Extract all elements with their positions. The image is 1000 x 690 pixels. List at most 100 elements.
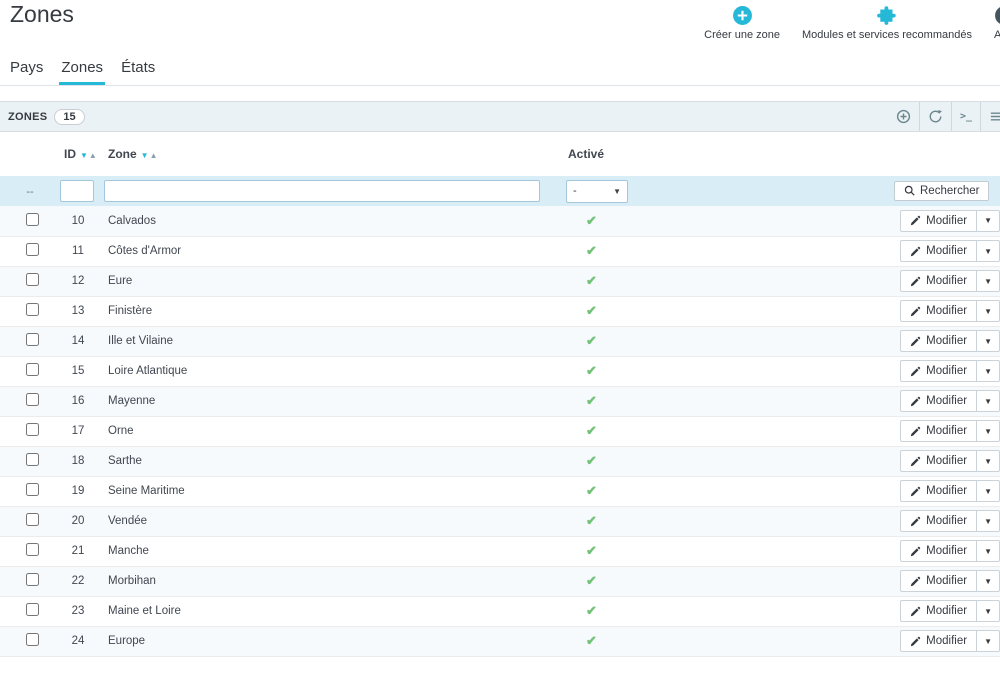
row-checkbox[interactable] <box>25 393 39 406</box>
refresh-icon[interactable] <box>918 102 951 131</box>
row-zone-name: Finistère <box>100 296 560 327</box>
edit-dropdown-button[interactable]: ▼ <box>976 210 999 231</box>
help-button[interactable]: ? Aide <box>994 5 1000 41</box>
add-icon[interactable] <box>888 102 919 131</box>
edit-dropdown-button[interactable]: ▼ <box>976 451 999 471</box>
row-zone-name: Ille et Vilaine <box>100 326 560 357</box>
row-zone-name: Mayenne <box>100 386 560 417</box>
edit-dropdown-button[interactable]: ▼ <box>976 601 999 621</box>
create-zone-button[interactable]: Créer une zone <box>704 5 780 41</box>
id-column-header[interactable]: ID ▼▲ <box>56 132 100 176</box>
filter-id-input[interactable] <box>60 180 94 202</box>
edit-button[interactable]: Modifier <box>901 481 976 501</box>
export-icon[interactable] <box>980 102 1000 131</box>
table-row: 24 Europe ✔ Modifier ▼ <box>0 626 1000 657</box>
pencil-icon <box>910 276 921 286</box>
active-check-icon: ✔ <box>586 363 597 378</box>
filter-active-select[interactable]: - ▼ <box>566 179 628 203</box>
row-checkbox[interactable] <box>25 212 39 226</box>
edit-button[interactable]: Modifier <box>901 241 976 261</box>
tab-etats[interactable]: États <box>119 59 157 85</box>
zones-table: ID ▼▲ Zone ▼▲ Activé -- - ▼ Rechercher 1… <box>0 132 1000 657</box>
sort-icons[interactable]: ▼▲ <box>80 151 98 160</box>
pencil-icon <box>910 396 921 406</box>
active-check-icon: ✔ <box>586 333 597 348</box>
row-id: 20 <box>56 506 100 537</box>
actions-column-header <box>890 132 1000 176</box>
edit-button[interactable]: Modifier <box>901 361 976 381</box>
table-row: 17 Orne ✔ Modifier ▼ <box>0 416 1000 447</box>
edit-button[interactable]: Modifier <box>901 391 976 411</box>
recommended-modules-button[interactable]: Modules et services recommandés <box>802 5 972 41</box>
edit-dropdown-button[interactable]: ▼ <box>976 541 999 561</box>
create-zone-label: Créer une zone <box>704 29 780 41</box>
active-check-icon: ✔ <box>586 303 597 318</box>
edit-dropdown-button[interactable]: ▼ <box>976 241 999 261</box>
edit-button[interactable]: Modifier <box>901 421 976 441</box>
active-check-icon: ✔ <box>586 393 597 408</box>
active-check-icon: ✔ <box>586 212 597 228</box>
tab-bar: Pays Zones États <box>0 50 1000 86</box>
row-checkbox[interactable] <box>25 633 39 646</box>
row-actions: Modifier ▼ <box>900 480 1000 502</box>
edit-dropdown-button[interactable]: ▼ <box>976 481 999 501</box>
active-check-icon: ✔ <box>586 423 597 438</box>
filter-zone-input[interactable] <box>104 180 540 202</box>
row-zone-name: Sarthe <box>100 446 560 477</box>
edit-dropdown-button[interactable]: ▼ <box>976 571 999 591</box>
edit-dropdown-button[interactable]: ▼ <box>976 511 999 531</box>
edit-button[interactable]: Modifier <box>901 271 976 291</box>
edit-button[interactable]: Modifier <box>901 541 976 561</box>
row-actions: Modifier ▼ <box>900 450 1000 472</box>
row-zone-name: Orne <box>100 416 560 447</box>
edit-button[interactable]: Modifier <box>901 631 976 651</box>
recommended-modules-label: Modules et services recommandés <box>802 29 972 41</box>
select-column-header <box>0 132 56 176</box>
edit-dropdown-button[interactable]: ▼ <box>976 301 999 321</box>
tab-zones[interactable]: Zones <box>59 59 106 85</box>
row-checkbox[interactable] <box>25 483 39 496</box>
row-id: 24 <box>56 626 100 657</box>
row-checkbox[interactable] <box>25 273 39 286</box>
row-checkbox[interactable] <box>25 423 39 436</box>
row-checkbox[interactable] <box>25 543 39 556</box>
row-checkbox[interactable] <box>25 513 39 526</box>
row-zone-name: Europe <box>100 626 560 657</box>
row-checkbox[interactable] <box>25 603 39 616</box>
edit-button[interactable]: Modifier <box>901 211 976 231</box>
row-zone-name: Eure <box>100 266 560 297</box>
search-icon <box>904 186 915 196</box>
pencil-icon <box>910 336 921 346</box>
row-actions: Modifier ▼ <box>900 240 1000 262</box>
puzzle-icon <box>876 5 897 26</box>
edit-dropdown-button[interactable]: ▼ <box>976 421 999 441</box>
row-zone-name: Loire Atlantique <box>100 356 560 387</box>
row-checkbox[interactable] <box>25 303 39 316</box>
zone-column-header[interactable]: Zone ▼▲ <box>100 132 560 176</box>
sql-query-icon[interactable]: >_ <box>950 102 980 131</box>
table-row: 19 Seine Maritime ✔ Modifier ▼ <box>0 476 1000 507</box>
edit-button[interactable]: Modifier <box>901 301 976 321</box>
table-row: 10 Calvados ✔ Modifier ▼ <box>0 206 1000 237</box>
row-checkbox[interactable] <box>25 363 39 376</box>
row-checkbox[interactable] <box>25 573 39 586</box>
table-row: 22 Morbihan ✔ Modifier ▼ <box>0 566 1000 597</box>
row-checkbox[interactable] <box>25 453 39 466</box>
table-row: 16 Mayenne ✔ Modifier ▼ <box>0 386 1000 417</box>
edit-button[interactable]: Modifier <box>901 331 976 351</box>
edit-button[interactable]: Modifier <box>901 511 976 531</box>
sort-icons[interactable]: ▼▲ <box>141 151 159 160</box>
edit-dropdown-button[interactable]: ▼ <box>976 631 999 651</box>
edit-dropdown-button[interactable]: ▼ <box>976 391 999 411</box>
edit-button[interactable]: Modifier <box>901 451 976 471</box>
pencil-icon <box>910 486 921 496</box>
row-checkbox[interactable] <box>25 333 39 346</box>
search-button[interactable]: Rechercher <box>894 180 990 201</box>
edit-dropdown-button[interactable]: ▼ <box>976 271 999 291</box>
edit-dropdown-button[interactable]: ▼ <box>976 331 999 351</box>
row-checkbox[interactable] <box>25 243 39 256</box>
edit-button[interactable]: Modifier <box>901 571 976 591</box>
tab-pays[interactable]: Pays <box>8 59 45 85</box>
edit-button[interactable]: Modifier <box>901 601 976 621</box>
edit-dropdown-button[interactable]: ▼ <box>976 361 999 381</box>
